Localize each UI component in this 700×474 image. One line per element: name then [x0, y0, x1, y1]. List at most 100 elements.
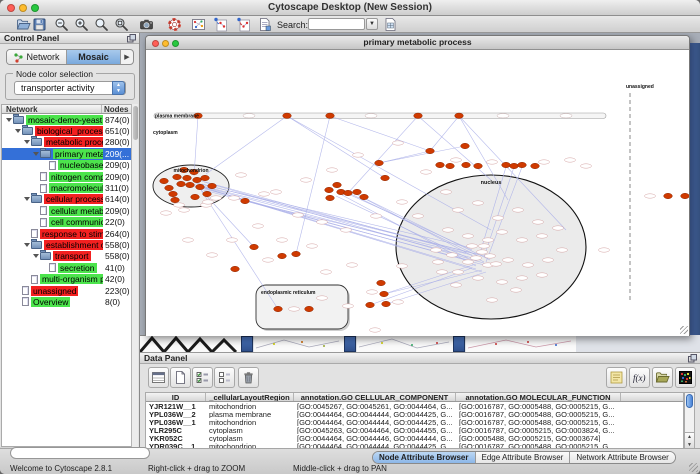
delete-attribute-icon[interactable]: [238, 367, 259, 388]
search-input[interactable]: [308, 18, 365, 30]
graph-node[interactable]: [201, 175, 210, 180]
graph-node[interactable]: [455, 113, 464, 118]
tree-row[interactable]: response to stimulu264(0): [2, 228, 131, 239]
graph-node[interactable]: [377, 280, 386, 285]
tree-row[interactable]: Overview8(0): [2, 296, 131, 307]
tree-row[interactable]: transport558(0): [2, 251, 131, 262]
search-dropdown-icon[interactable]: ▼: [366, 18, 378, 30]
graph-node[interactable]: [177, 181, 186, 186]
graph-node[interactable]: [381, 175, 390, 180]
graph-node[interactable]: [208, 183, 217, 188]
tree-row[interactable]: nucleobase-209(0): [2, 160, 131, 171]
table-scrollbar-thumb[interactable]: [686, 394, 693, 408]
nucleus-region[interactable]: [396, 175, 586, 319]
tree-row[interactable]: multi-organism pro42(0): [2, 273, 131, 284]
graph-node[interactable]: [518, 162, 527, 167]
table-scroll-arrows[interactable]: ▲▼: [685, 432, 694, 448]
expand-triangle-icon[interactable]: [32, 251, 40, 261]
tree-row[interactable]: establishment of lo558(0): [2, 239, 131, 250]
dropdown-arrows-icon[interactable]: ▲▼: [112, 81, 125, 95]
graph-node[interactable]: [380, 291, 389, 296]
zoom-selected-icon[interactable]: [94, 17, 109, 32]
tree-row[interactable]: primary metabo209(...: [2, 148, 131, 159]
graph-node[interactable]: [502, 162, 511, 167]
graph-node[interactable]: [326, 195, 335, 200]
graph-node[interactable]: [191, 194, 200, 199]
graph-node[interactable]: [241, 198, 250, 203]
tree-row[interactable]: biological_process651(0): [2, 125, 131, 136]
app-resize-grip[interactable]: [689, 463, 698, 472]
tree-column-nodes[interactable]: Nodes: [102, 105, 131, 113]
zoom-in-icon[interactable]: [74, 17, 89, 32]
graph-node[interactable]: [366, 302, 375, 307]
tree-column-network[interactable]: Network: [2, 105, 102, 113]
graph-node[interactable]: [426, 148, 435, 153]
graph-node[interactable]: [278, 253, 287, 258]
minimize-view-icon[interactable]: [162, 40, 169, 47]
notes-icon[interactable]: [606, 367, 627, 388]
graph-node[interactable]: [171, 197, 180, 202]
graph-node[interactable]: [183, 175, 192, 180]
attribute-browser-tab[interactable]: Node Attribute Browser: [373, 452, 476, 463]
graph-node[interactable]: [292, 251, 301, 256]
graph-node[interactable]: [510, 163, 519, 168]
graph-node[interactable]: [193, 177, 202, 182]
minimize-window-icon[interactable]: [19, 4, 27, 12]
annotation-icon[interactable]: [257, 17, 272, 32]
zoom-fit-icon[interactable]: [114, 17, 129, 32]
expand-triangle-icon[interactable]: [23, 194, 31, 204]
graph-node[interactable]: [326, 113, 335, 118]
function-builder-icon[interactable]: f(x): [629, 367, 650, 388]
close-window-icon[interactable]: [7, 4, 15, 12]
attribute-grid-icon[interactable]: [148, 367, 169, 388]
graph-node[interactable]: [173, 174, 182, 179]
graph-node[interactable]: [414, 113, 423, 118]
graph-node[interactable]: [375, 160, 384, 165]
help-icon[interactable]: [167, 17, 182, 32]
matrix-icon[interactable]: [675, 367, 696, 388]
graph-node[interactable]: [382, 301, 391, 306]
graph-node[interactable]: [186, 182, 195, 187]
graph-node[interactable]: [165, 185, 174, 190]
open-session-icon[interactable]: [16, 17, 31, 32]
network-window-titlebar[interactable]: primary metabolic process: [146, 36, 689, 50]
tree-row[interactable]: unassigned223(0): [2, 285, 131, 296]
graph-node[interactable]: [344, 190, 353, 195]
tree-scrollbar-thumb[interactable]: [133, 106, 138, 140]
tab-mosaic[interactable]: Mosaic: [67, 50, 121, 64]
expand-triangle-icon[interactable]: [23, 240, 31, 250]
import-table-icon[interactable]: [383, 17, 398, 32]
column-header-region[interactable]: _cellularLayoutRegion: [206, 393, 294, 401]
graph-node[interactable]: [231, 266, 240, 271]
graph-node[interactable]: [531, 163, 540, 168]
network-canvas[interactable]: plasma membranecytoplasmmitochondrionnuc…: [146, 50, 689, 336]
network-view-2-icon[interactable]: [236, 17, 251, 32]
unselect-attributes-icon[interactable]: [214, 367, 235, 388]
graph-node[interactable]: [360, 194, 369, 199]
zoom-window-icon[interactable]: [31, 4, 39, 12]
expand-triangle-icon[interactable]: [14, 126, 22, 136]
column-header-id[interactable]: ID: [146, 393, 206, 401]
tab-network[interactable]: Network: [7, 50, 67, 64]
tree-row[interactable]: mosaic-demo-yeast874(0): [2, 114, 131, 125]
tree-row[interactable]: cellular metabo209(0): [2, 205, 131, 216]
snapshot-icon[interactable]: [139, 17, 154, 32]
graph-node[interactable]: [325, 187, 334, 192]
new-attribute-icon[interactable]: [170, 367, 191, 388]
graph-node[interactable]: [333, 182, 342, 187]
graph-node[interactable]: [196, 184, 205, 189]
window-resize-grip[interactable]: [680, 326, 688, 334]
graph-node[interactable]: [474, 163, 483, 168]
tab-overflow-icon[interactable]: ▶: [121, 50, 133, 64]
zoom-out-icon[interactable]: [54, 17, 69, 32]
expand-triangle-icon[interactable]: [23, 137, 31, 147]
tree-scrollbar[interactable]: [131, 104, 138, 447]
column-header-molecular-function[interactable]: annotation.GO MOLECULAR_FUNCTION: [456, 393, 621, 401]
close-view-icon[interactable]: [152, 40, 159, 47]
graph-node[interactable]: [436, 162, 445, 167]
graph-node[interactable]: [353, 189, 362, 194]
table-row[interactable]: YKR052Ccytoplasm[GO:0044464, GO:0044446,…: [146, 434, 683, 442]
graph-node[interactable]: [446, 163, 455, 168]
maximize-view-icon[interactable]: [172, 40, 179, 47]
attribute-browser-tab[interactable]: Edge Attribute Browser: [476, 452, 571, 463]
